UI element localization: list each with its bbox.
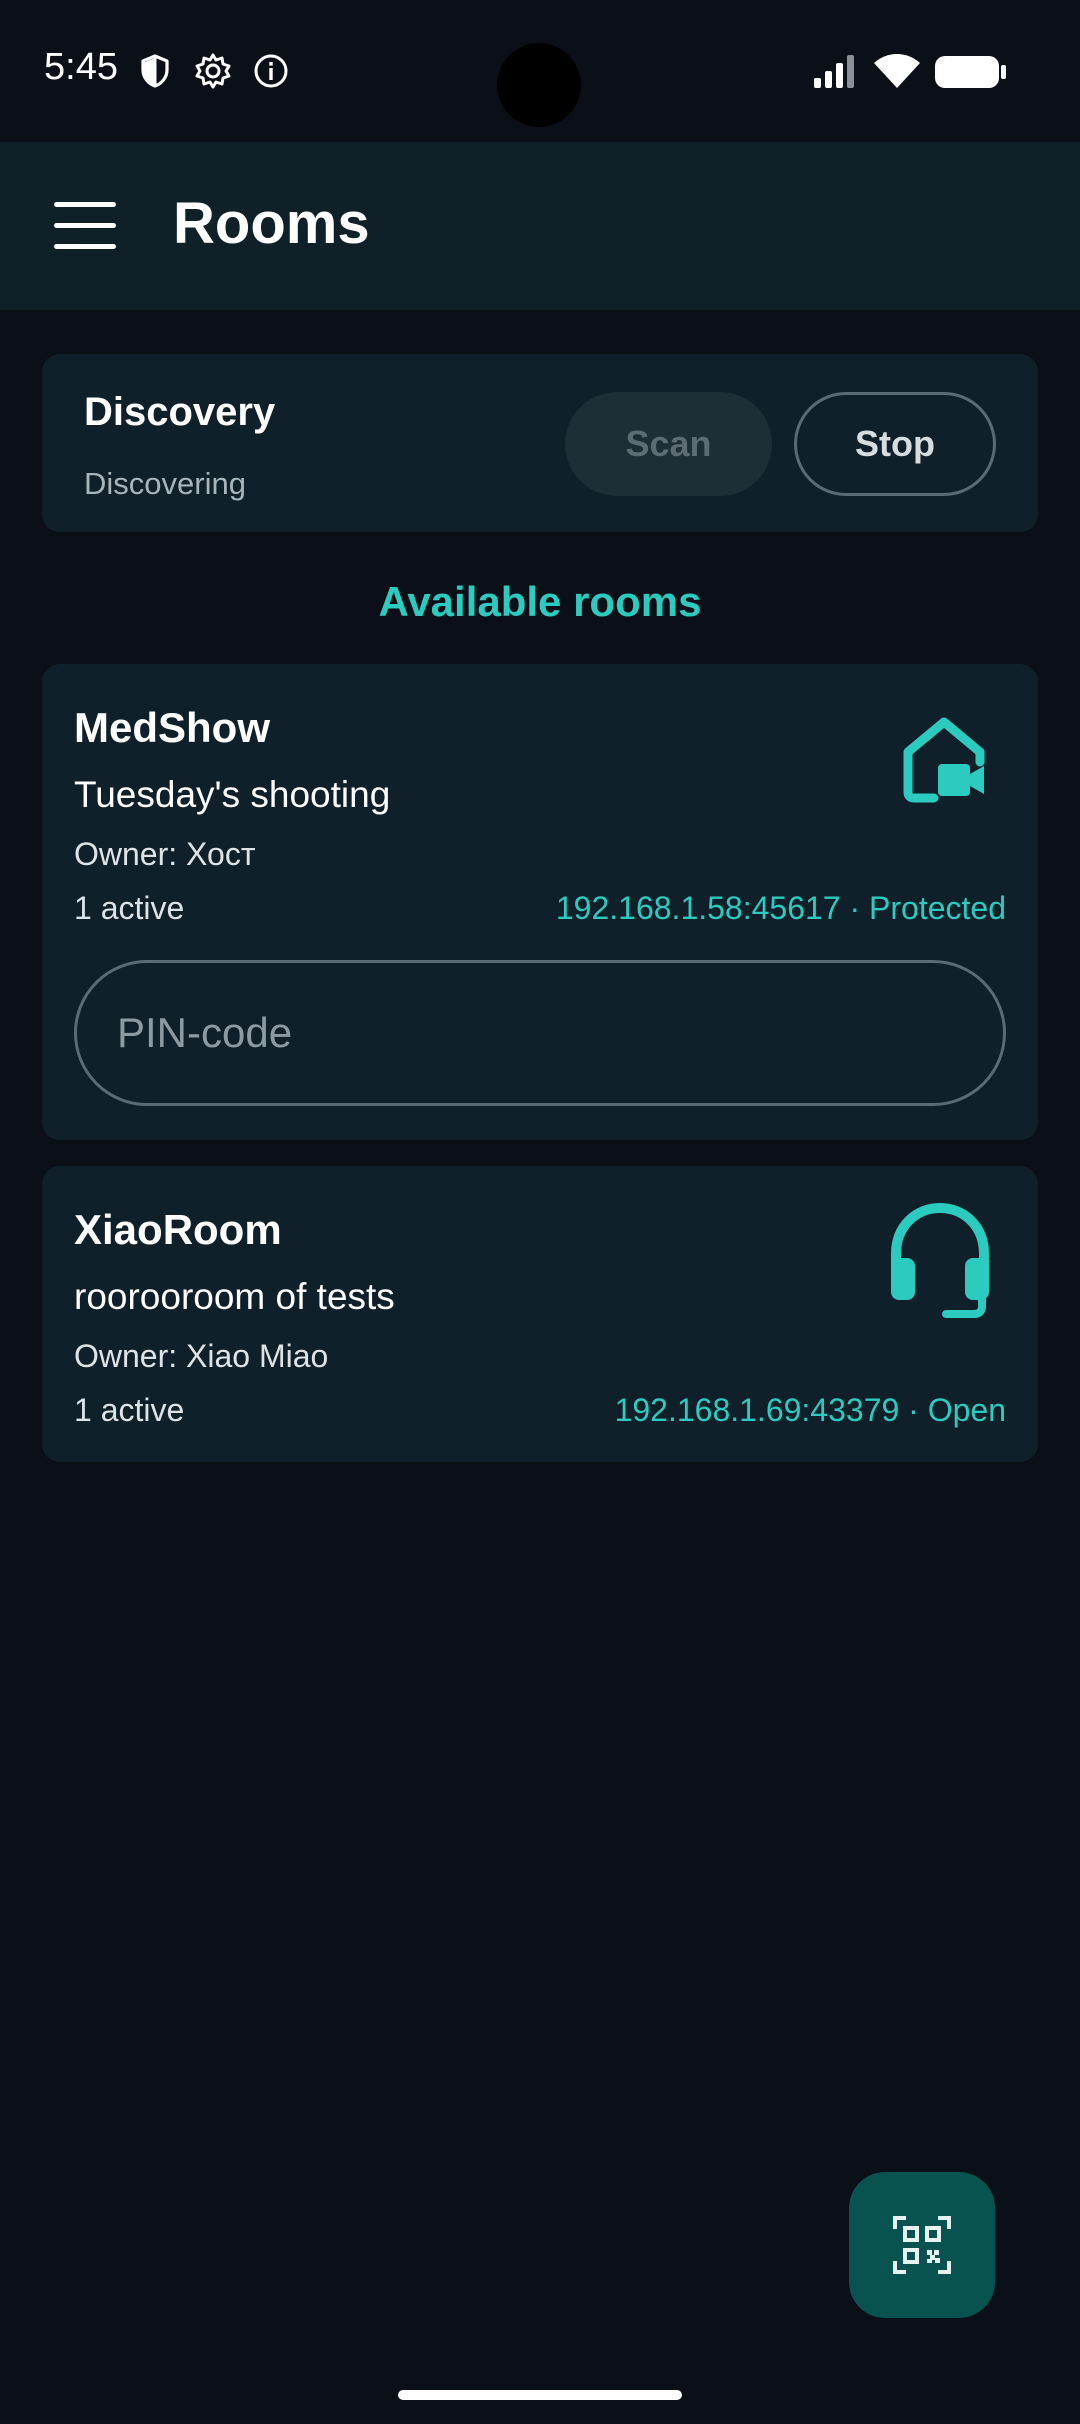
available-rooms-heading: Available rooms [378, 578, 702, 625]
scan-button[interactable]: Scan [565, 392, 772, 496]
qr-scan-button[interactable] [849, 2172, 995, 2318]
hamburger-menu-icon[interactable] [46, 196, 124, 256]
page-title: Rooms [173, 191, 370, 256]
room-address: 192.168.1.58:45617 · Protected [555, 890, 1006, 926]
shield-icon [141, 54, 169, 88]
room-owner: Owner: Хост [74, 836, 256, 872]
headset-icon [891, 1202, 989, 1318]
room-owner: Owner: Xiao Miao [74, 1338, 329, 1374]
wifi-icon [874, 54, 920, 88]
info-icon [254, 54, 288, 88]
status-bar: 5:45 [0, 0, 1080, 142]
discovery-title: Discovery [84, 390, 276, 434]
signal-icon [814, 55, 854, 88]
room-active-count: 1 active [74, 890, 185, 926]
status-time: 5:45 [44, 46, 118, 88]
stop-button[interactable]: Stop [794, 392, 996, 496]
discovery-status: Discovering [84, 466, 246, 501]
pin-code-input[interactable] [74, 960, 1006, 1106]
room-active-count: 1 active [74, 1392, 185, 1428]
room-name: MedShow [74, 704, 270, 751]
camera-cutout [497, 43, 581, 127]
app-bar: Rooms [0, 142, 1080, 310]
room-description: roorooroom of tests [74, 1276, 395, 1317]
room-address: 192.168.1.69:43379 · Open [614, 1392, 1006, 1428]
room-name: XiaoRoom [74, 1206, 282, 1253]
home-indicator[interactable] [398, 2390, 682, 2400]
discovery-card: Discovery Discovering Scan Stop [42, 354, 1038, 532]
gear-icon [195, 53, 231, 89]
room-description: Tuesday's shooting [74, 774, 391, 815]
qr-scan-icon [893, 2216, 951, 2274]
room-card-medshow[interactable]: MedShow Tuesday's shooting Owner: Хост 1… [42, 664, 1038, 1140]
home-video-icon [903, 717, 985, 803]
battery-icon [935, 56, 1006, 88]
room-card-xiaoroom[interactable]: XiaoRoom roorooroom of tests Owner: Xiao… [42, 1166, 1038, 1462]
